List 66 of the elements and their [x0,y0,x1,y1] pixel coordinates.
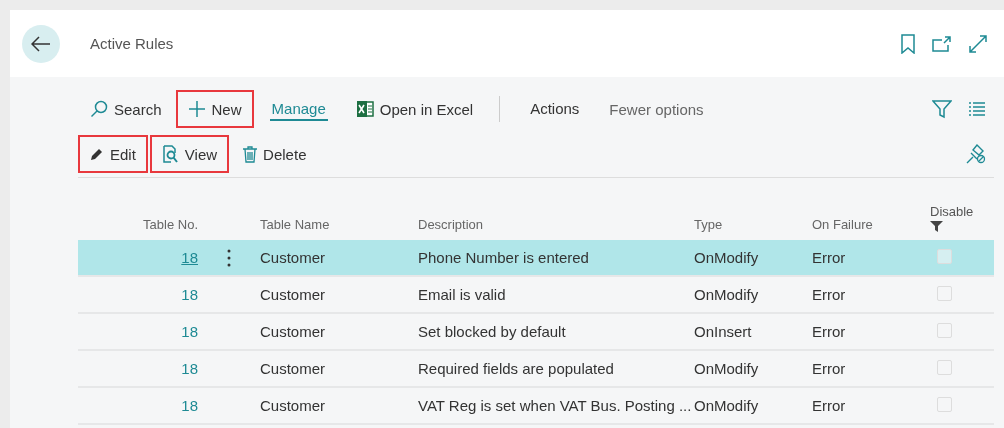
unpin-icon[interactable] [966,144,986,164]
table-cell-text: Customer [260,360,327,377]
checkbox[interactable] [937,248,952,264]
table-no-link[interactable]: 18 [78,323,198,340]
new-button[interactable]: New [175,90,254,128]
page-title: Active Rules [90,35,174,52]
fewer-options-button[interactable]: Fewer options [597,90,716,128]
table-cell-text: Error [812,286,847,303]
table-cell-text: Required fields are populated [418,360,615,377]
table-cell-text: Set blocked by default [418,323,567,340]
bookmark-icon[interactable] [900,33,916,54]
edit-button[interactable]: Edit [78,135,148,173]
table-row[interactable]: 18 Customer Set blocked by default OnInsert Error [78,314,994,351]
table-no-link[interactable]: 18 [78,397,198,414]
delete-button[interactable]: Delete [231,135,319,173]
table-row[interactable]: 18 Customer Email is valid OnModify Error [78,277,994,314]
excel-button[interactable]: Open in Excel [343,90,486,128]
back-arrow-icon [31,35,51,52]
back-button[interactable] [22,24,60,63]
table-cell-text: Error [812,323,847,340]
table-row[interactable]: 18 Customer Phone Number is entered OnModify Error [78,240,994,277]
trash-icon [243,145,258,163]
search-icon [90,100,108,118]
table-cell-text: OnModify [694,249,760,266]
table-cell-text: Customer [260,249,327,266]
table-no-link[interactable]: 18 [78,286,198,303]
table-cell-text: VAT Reg is set when VAT Bus. Posting ... [418,397,693,414]
table-cell-text: Error [812,397,847,414]
column-header[interactable]: Table Name [260,217,330,232]
expand-icon[interactable] [968,33,988,54]
table-cell-text: Customer [260,397,327,414]
table-cell-text: Customer [260,286,327,303]
list-view-icon[interactable] [968,101,986,117]
checkbox[interactable] [937,285,952,301]
table-cell-text: OnInsert [694,323,753,340]
plus-icon [187,100,206,118]
table-cell-text: Error [812,360,847,377]
more-options-icon[interactable] [227,248,231,267]
document-magnifier-icon [161,145,179,163]
table-cell-text: OnModify [694,397,760,414]
checkbox[interactable] [937,359,952,375]
table-cell-text: Customer [260,323,327,340]
checkbox[interactable] [937,396,952,412]
table-no-link[interactable]: 18 [78,360,198,377]
filter-icon [930,221,943,232]
table-cell-text: OnModify [694,360,760,377]
search-button[interactable]: Search [78,90,174,128]
excel-icon [355,100,374,118]
column-header[interactable]: On Failure [812,217,873,232]
table-row[interactable]: 18 Customer Required fields are populated OnModify Error [78,351,994,388]
column-header[interactable]: Disable [930,204,974,219]
menu-tab[interactable]: Manage [269,97,328,121]
column-header[interactable]: Table No. [143,217,198,232]
table-cell-text: OnModify [694,286,760,303]
column-header[interactable]: Type [694,217,723,232]
open-new-window-icon[interactable] [932,34,952,53]
table-cell-text: Email is valid [418,286,507,303]
checkbox[interactable] [937,322,952,338]
pencil-icon [90,147,104,161]
view-button[interactable]: View [149,135,230,173]
table-cell-text: Error [812,249,847,266]
column-header[interactable]: Description [418,217,484,232]
table-row[interactable]: 18 Customer VAT Reg is set when VAT Bus. Posting ... OnModify Error [78,388,994,425]
table-cell-text: Phone Number is entered [418,249,590,266]
menu-tab[interactable]: Actions [528,97,582,121]
filter-icon[interactable] [932,99,952,119]
